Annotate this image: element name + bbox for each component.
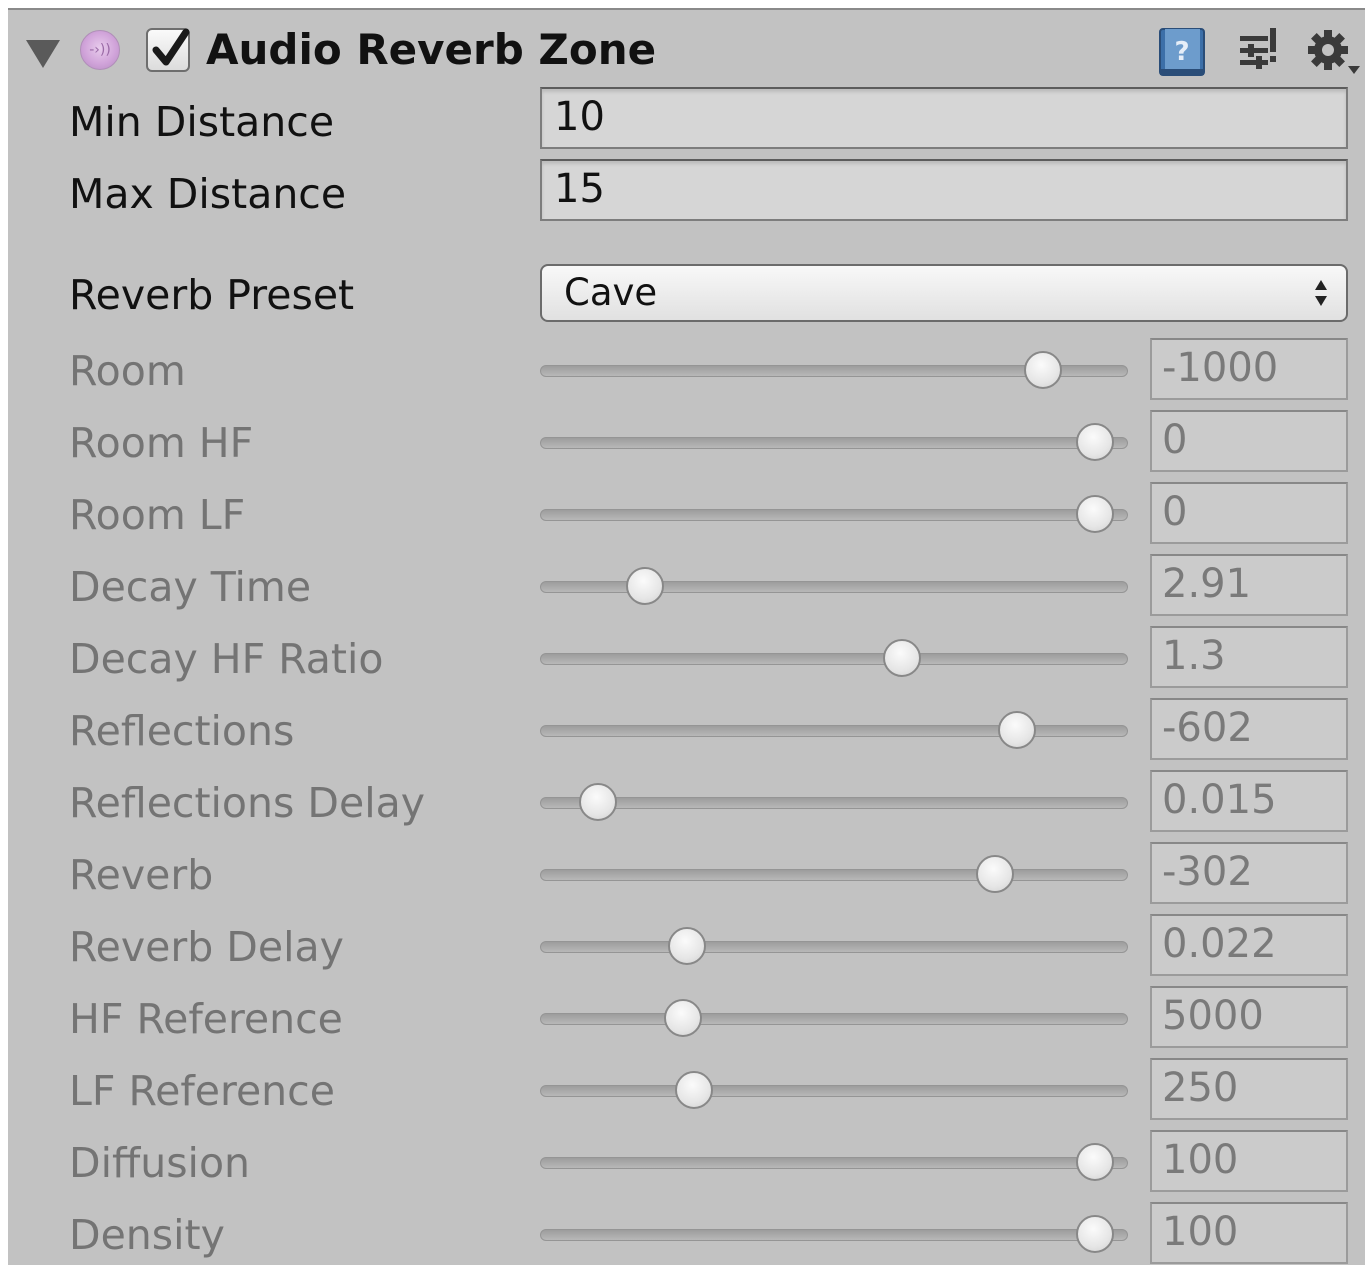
decay-hf-ratio-slider-thumb[interactable] <box>883 639 922 677</box>
max-distance-row: Max Distance 15 <box>8 159 1365 231</box>
reflections-label: Reflections <box>69 707 295 755</box>
reverb-preset-dropdown[interactable]: Cave <box>540 264 1348 322</box>
lf-reference-value-field[interactable]: 250 <box>1150 1058 1348 1120</box>
room-hf-slider-track[interactable] <box>540 437 1128 449</box>
reverb-delay-label: Reverb Delay <box>69 923 344 971</box>
room-hf-value-field[interactable]: 0 <box>1150 410 1348 472</box>
reflections-delay-label: Reflections Delay <box>69 779 425 827</box>
svg-text:?: ? <box>1174 37 1189 67</box>
reflections-delay-value-field[interactable]: 0.015 <box>1150 770 1348 832</box>
density-slider-thumb[interactable] <box>1076 1215 1115 1253</box>
reflections-row: Reflections -602 <box>8 696 1365 768</box>
decay-hf-ratio-row: Decay HF Ratio 1.3 <box>8 624 1365 696</box>
hf-reference-row: HF Reference 5000 <box>8 984 1365 1056</box>
lf-reference-slider-thumb[interactable] <box>674 1071 713 1109</box>
component-enabled-checkbox[interactable] <box>146 28 190 72</box>
max-distance-field[interactable]: 15 <box>540 159 1348 221</box>
reverb-label: Reverb <box>69 851 214 899</box>
audio-reverb-zone-inspector: -›)) Audio Reverb Zone ? Min Distance 10… <box>8 8 1365 1265</box>
reverb-delay-slider-track[interactable] <box>540 941 1128 953</box>
room-value-field[interactable]: -1000 <box>1150 338 1348 400</box>
reflections-slider-track[interactable] <box>540 725 1128 737</box>
diffusion-value-field[interactable]: 100 <box>1150 1130 1348 1192</box>
reverb-slider-track[interactable] <box>540 869 1128 881</box>
min-distance-label: Min Distance <box>69 98 335 146</box>
density-label: Density <box>69 1211 225 1259</box>
hf-reference-slider-track[interactable] <box>540 1013 1128 1025</box>
density-row: Density 100 <box>8 1200 1365 1272</box>
lf-reference-slider-track[interactable] <box>540 1085 1128 1097</box>
diffusion-slider-track[interactable] <box>540 1157 1128 1169</box>
reflections-delay-slider-track[interactable] <box>540 797 1128 809</box>
reflections-slider-thumb[interactable] <box>998 711 1037 749</box>
gear-icon[interactable] <box>1302 26 1362 78</box>
reflections-value-field[interactable]: -602 <box>1150 698 1348 760</box>
room-label: Room <box>69 347 186 395</box>
room-row: Room -1000 <box>8 336 1365 408</box>
lf-reference-label: LF Reference <box>69 1067 335 1115</box>
component-header: -›)) Audio Reverb Zone ? <box>8 10 1365 90</box>
room-lf-row: Room LF 0 <box>8 480 1365 552</box>
density-slider-track[interactable] <box>540 1229 1128 1241</box>
diffusion-slider-thumb[interactable] <box>1076 1143 1115 1181</box>
foldout-arrow-icon[interactable] <box>26 40 60 68</box>
reverb-preset-row: Reverb Preset Cave <box>8 264 1365 336</box>
hf-reference-slider-thumb[interactable] <box>663 999 702 1037</box>
density-value-field[interactable]: 100 <box>1150 1202 1348 1264</box>
room-lf-value-field[interactable]: 0 <box>1150 482 1348 544</box>
reverb-value-field[interactable]: -302 <box>1150 842 1348 904</box>
reverb-slider-thumb[interactable] <box>976 855 1015 893</box>
reverb-row: Reverb -302 <box>8 840 1365 912</box>
room-lf-label: Room LF <box>69 491 246 539</box>
reverb-delay-row: Reverb Delay 0.022 <box>8 912 1365 984</box>
room-lf-slider-track[interactable] <box>540 509 1128 521</box>
decay-time-slider-thumb[interactable] <box>626 567 665 605</box>
reverb-delay-slider-thumb[interactable] <box>667 927 706 965</box>
hf-reference-value-field[interactable]: 5000 <box>1150 986 1348 1048</box>
decay-hf-ratio-value-field[interactable]: 1.3 <box>1150 626 1348 688</box>
max-distance-label: Max Distance <box>69 170 347 218</box>
room-lf-slider-thumb[interactable] <box>1076 495 1115 533</box>
reverb-delay-value-field[interactable]: 0.022 <box>1150 914 1348 976</box>
diffusion-label: Diffusion <box>69 1139 251 1187</box>
hf-reference-label: HF Reference <box>69 995 343 1043</box>
decay-time-value-field[interactable]: 2.91 <box>1150 554 1348 616</box>
reflections-delay-row: Reflections Delay 0.015 <box>8 768 1365 840</box>
min-distance-row: Min Distance 10 <box>8 87 1365 159</box>
reverb-preset-label: Reverb Preset <box>69 271 355 319</box>
min-distance-field[interactable]: 10 <box>540 87 1348 149</box>
decay-time-row: Decay Time 2.91 <box>8 552 1365 624</box>
room-hf-slider-thumb[interactable] <box>1076 423 1115 461</box>
room-hf-row: Room HF 0 <box>8 408 1365 480</box>
reverb-preset-value: Cave <box>564 271 658 314</box>
dropdown-arrows-icon <box>1315 280 1327 306</box>
room-hf-label: Room HF <box>69 419 254 467</box>
decay-hf-ratio-label: Decay HF Ratio <box>69 635 384 683</box>
decay-time-label: Decay Time <box>69 563 312 611</box>
diffusion-row: Diffusion 100 <box>8 1128 1365 1200</box>
lf-reference-row: LF Reference 250 <box>8 1056 1365 1128</box>
room-slider-thumb[interactable] <box>1023 351 1062 389</box>
audio-reverb-zone-icon: -›)) <box>80 30 120 70</box>
decay-hf-ratio-slider-track[interactable] <box>540 653 1128 665</box>
component-title: Audio Reverb Zone <box>206 25 657 74</box>
presets-icon[interactable] <box>1234 26 1280 74</box>
help-book-icon[interactable]: ? <box>1156 26 1208 78</box>
reflections-delay-slider-thumb[interactable] <box>578 783 617 821</box>
